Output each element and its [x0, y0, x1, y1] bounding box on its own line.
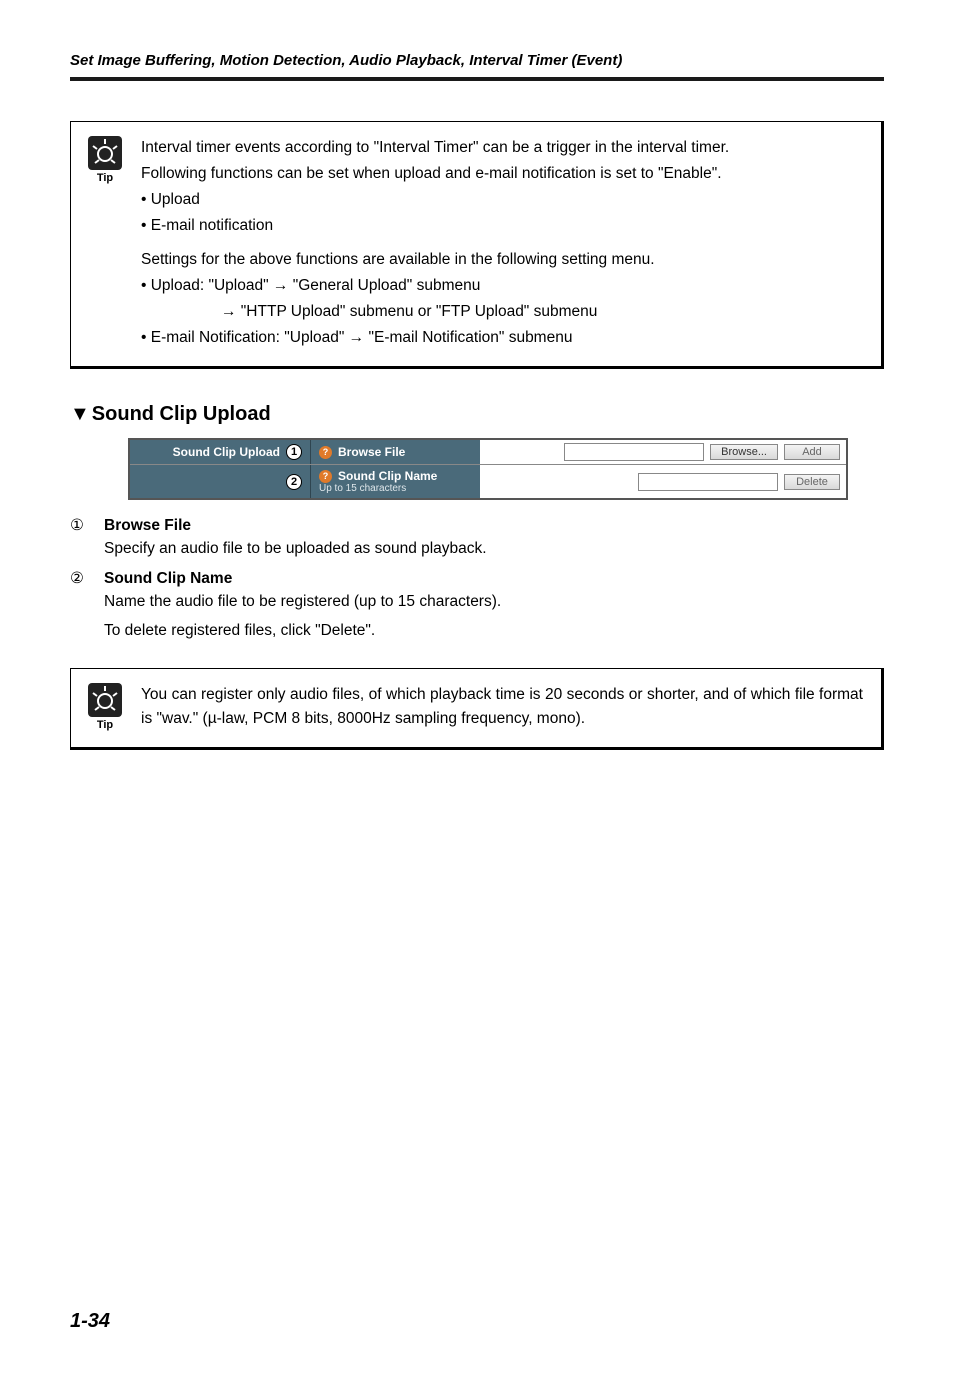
row-browse-file: Sound Clip Upload 1 ? Browse File Browse…	[130, 440, 846, 464]
header-rule	[70, 77, 884, 81]
triangle-down-icon: ▼	[70, 403, 90, 425]
browse-button[interactable]: Browse...	[710, 444, 778, 460]
def-number: ②	[70, 567, 94, 590]
def-item-1: ① Browse File Specify an audio file to b…	[70, 514, 884, 561]
tip-body: You can register only audio files, of wh…	[141, 683, 863, 733]
field-subtext: Up to 15 characters	[319, 483, 472, 494]
running-header: Set Image Buffering, Motion Detection, A…	[70, 52, 884, 69]
sound-clip-upload-panel: Sound Clip Upload 1 ? Browse File Browse…	[128, 438, 848, 500]
tip-label: Tip	[83, 172, 127, 184]
help-icon: ?	[319, 470, 332, 483]
callout-1: 1	[286, 444, 302, 460]
def-item-2: ② Sound Clip Name Name the audio file to…	[70, 567, 884, 643]
page-number: 1-34	[70, 1310, 884, 1333]
tip-label: Tip	[83, 719, 127, 731]
tip1-sub: • Upload: "Upload" → "General Upload" su…	[141, 274, 863, 298]
tip-icon: Tip	[83, 683, 127, 733]
sound-clip-name-input[interactable]	[638, 473, 778, 491]
section-title-text: Sound Clip Upload	[92, 403, 271, 425]
tip-icon: Tip	[83, 136, 127, 352]
field-browse-file: ? Browse File	[310, 440, 480, 464]
tip1-sub: • E-mail Notification: "Upload" → "E-mai…	[141, 326, 863, 350]
tip-box-2: Tip You can register only audio files, o…	[70, 668, 884, 750]
field-label: Sound Clip Name	[338, 469, 437, 483]
tip1-bullet: • E-mail notification	[141, 214, 863, 238]
browse-file-input[interactable]	[564, 443, 704, 461]
browse-file-value: Browse... Add	[480, 440, 846, 464]
delete-button[interactable]: Delete	[784, 474, 840, 490]
tip-box-1: Tip Interval timer events according to "…	[70, 121, 884, 369]
row-sound-clip-name: 2 ? Sound Clip Name Up to 15 characters …	[130, 464, 846, 498]
def-body: To delete registered files, click "Delet…	[70, 619, 884, 642]
help-icon: ?	[319, 446, 332, 459]
sound-clip-name-value: Delete	[480, 465, 846, 498]
tip2-line: You can register only audio files, of wh…	[141, 683, 863, 731]
add-button[interactable]: Add	[784, 444, 840, 460]
tip1-line: Following functions can be set when uplo…	[141, 162, 863, 186]
field-sound-clip-name: ? Sound Clip Name Up to 15 characters	[310, 465, 480, 498]
section-heading: ▼Sound Clip Upload	[70, 403, 884, 426]
panel-label: Sound Clip Upload 1	[130, 440, 310, 464]
tip1-line: Interval timer events according to "Inte…	[141, 136, 863, 160]
panel-label-text: Sound Clip Upload	[173, 445, 280, 459]
def-body: Specify an audio file to be uploaded as …	[70, 537, 884, 560]
def-body: Name the audio file to be registered (up…	[70, 590, 884, 613]
definition-list: ① Browse File Specify an audio file to b…	[70, 514, 884, 642]
tip-body: Interval timer events according to "Inte…	[141, 136, 863, 352]
field-label: Browse File	[338, 445, 405, 459]
tip1-sub: → "HTTP Upload" submenu or "FTP Upload" …	[141, 300, 863, 324]
def-number: ①	[70, 514, 94, 537]
def-title: Browse File	[104, 514, 191, 537]
callout-2: 2	[286, 474, 302, 490]
def-title: Sound Clip Name	[104, 567, 232, 590]
tip1-line: Settings for the above functions are ava…	[141, 248, 863, 272]
tip1-bullet: • Upload	[141, 188, 863, 212]
panel-label-empty: 2	[130, 465, 310, 498]
